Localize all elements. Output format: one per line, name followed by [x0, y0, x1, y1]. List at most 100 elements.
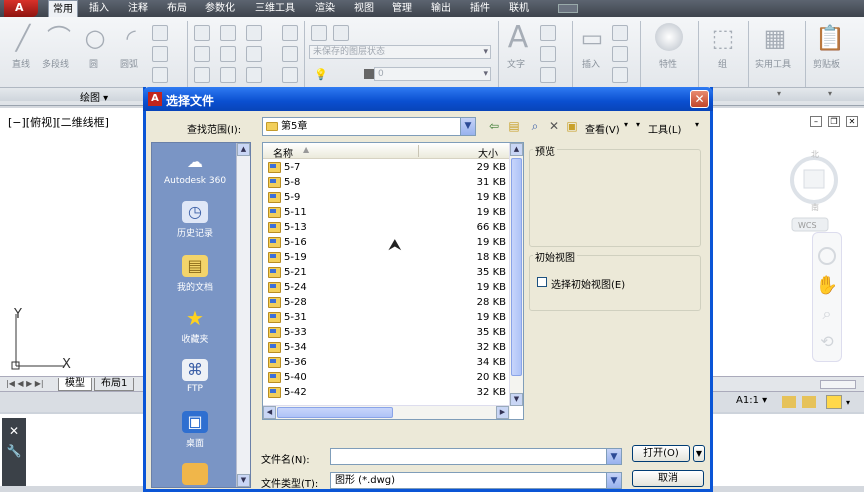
- ribbon-minimize-icon[interactable]: [558, 4, 578, 13]
- table-row[interactable]: 5-13 66 KB: [263, 220, 510, 235]
- table-row[interactable]: 5-7 29 KB: [263, 160, 510, 175]
- tools-menu[interactable]: 工具(L): [648, 121, 681, 136]
- new-folder-icon[interactable]: ▣: [564, 118, 580, 134]
- up-folder-icon[interactable]: ▤: [506, 118, 522, 134]
- viewport-restore-icon[interactable]: ❐: [828, 116, 840, 127]
- file-list[interactable]: 名称 ▲ 大小 5-7 29 KB 5-8 31 KB 5-9 19 KB 5-11 1…: [262, 142, 524, 420]
- tab-annotate[interactable]: 注释: [124, 0, 152, 17]
- steering-wheel-icon[interactable]: [818, 247, 836, 265]
- tab-model[interactable]: 模型: [58, 378, 92, 391]
- place-autodesk-360[interactable]: ☁ Autodesk 360: [152, 151, 238, 186]
- fillet-icon[interactable]: [246, 46, 262, 62]
- table-row[interactable]: 5-19 18 KB: [263, 250, 510, 265]
- table-row[interactable]: 5-42 32 KB: [263, 385, 510, 400]
- scrollbar-thumb[interactable]: [511, 158, 522, 376]
- pan-icon[interactable]: ✋: [813, 275, 841, 296]
- workspace-switch-icon[interactable]: [826, 395, 842, 409]
- layout-nav-first-icon[interactable]: |◀ ◀ ▶ ▶|: [6, 379, 44, 388]
- tab-view[interactable]: 视图: [350, 0, 378, 17]
- array-icon[interactable]: [246, 67, 262, 83]
- table-row[interactable]: 5-40 20 KB: [263, 370, 510, 385]
- scale-icon[interactable]: [220, 67, 236, 83]
- polyline-tool-icon[interactable]: ⌒: [44, 23, 74, 53]
- tab-parametric[interactable]: 参数化: [201, 0, 239, 17]
- offset-icon[interactable]: [282, 67, 298, 83]
- tab-online[interactable]: 联机: [505, 0, 533, 17]
- tab-insert[interactable]: 插入: [85, 0, 113, 17]
- move-icon[interactable]: [194, 25, 210, 41]
- navigation-bar[interactable]: ✋ ⌕ ⟲: [812, 232, 842, 362]
- auto-scale-icon[interactable]: [802, 396, 816, 408]
- scroll-down-icon[interactable]: ▼: [510, 393, 523, 406]
- table-row[interactable]: 5-28 28 KB: [263, 295, 510, 310]
- place-folder-more[interactable]: [152, 463, 238, 488]
- filename-field[interactable]: ▼: [330, 448, 622, 465]
- places-scrollbar[interactable]: ▲ ▼: [236, 143, 250, 487]
- utilities-icon[interactable]: ▦: [760, 23, 790, 53]
- bulb-icon[interactable]: 💡: [314, 68, 328, 81]
- cancel-button[interactable]: 取消: [632, 470, 704, 487]
- rotate-icon[interactable]: [220, 25, 236, 41]
- table-row[interactable]: 5-21 35 KB: [263, 265, 510, 280]
- table-row[interactable]: 5-24 19 KB: [263, 280, 510, 295]
- table-row[interactable]: 5-33 35 KB: [263, 325, 510, 340]
- command-line-handle[interactable]: ✕ 🔧: [2, 418, 26, 486]
- filetype-combo[interactable]: 图形 (*.dwg) ▼: [330, 472, 622, 489]
- place-favorites[interactable]: ★ 收藏夹: [152, 307, 238, 345]
- annotation-visibility-icon[interactable]: [782, 396, 796, 408]
- delete-icon[interactable]: ✕: [546, 118, 562, 134]
- select-initial-view-label[interactable]: 选择初始视图(E): [551, 276, 625, 291]
- close-button[interactable]: ✕: [690, 90, 709, 108]
- table-row[interactable]: 5-31 19 KB: [263, 310, 510, 325]
- place-my-documents[interactable]: ▤ 我的文档: [152, 255, 238, 293]
- annotation-scale[interactable]: A1:1 ▾: [736, 395, 767, 406]
- viewport-minimize-icon[interactable]: –: [810, 116, 822, 127]
- draw-panel-title[interactable]: 绘图 ▾: [80, 89, 108, 104]
- search-web-icon[interactable]: ⌕: [527, 118, 543, 134]
- erase-icon[interactable]: [282, 25, 298, 41]
- back-icon[interactable]: ⇦: [486, 118, 502, 134]
- scroll-up-icon[interactable]: ▲: [237, 143, 250, 156]
- scroll-down-icon[interactable]: ▼: [237, 474, 250, 487]
- tab-plugins[interactable]: 插件: [466, 0, 494, 17]
- mirror-icon[interactable]: [220, 46, 236, 62]
- utilities-panel-expand-icon[interactable]: ▾: [777, 89, 781, 98]
- line-tool-icon[interactable]: ╱: [8, 23, 38, 53]
- explode-icon[interactable]: [282, 46, 298, 62]
- table-row[interactable]: 5-9 19 KB: [263, 190, 510, 205]
- table-row[interactable]: 5-36 34 KB: [263, 355, 510, 370]
- place-history[interactable]: ◷ 历史记录: [152, 201, 238, 239]
- table-icon[interactable]: [540, 67, 556, 83]
- wrench-icon[interactable]: 🔧: [2, 444, 26, 458]
- ellipse-icon[interactable]: [152, 46, 168, 62]
- leader-icon[interactable]: [540, 46, 556, 62]
- orbit-icon[interactable]: ⟲: [813, 332, 841, 351]
- circle-tool-icon[interactable]: ○: [80, 23, 110, 53]
- trim-icon[interactable]: [246, 25, 262, 41]
- view-menu[interactable]: 查看(V): [585, 121, 620, 136]
- view-menu-chevron-down-icon[interactable]: ▾: [624, 120, 628, 129]
- clipboard-panel-expand-icon[interactable]: ▾: [828, 89, 832, 98]
- horizontal-scrollbar[interactable]: [820, 380, 856, 389]
- tab-output[interactable]: 输出: [427, 0, 455, 17]
- tab-layout1[interactable]: 布局1: [94, 378, 135, 391]
- tab-home[interactable]: 常用: [48, 0, 78, 17]
- table-row[interactable]: 5-8 31 KB: [263, 175, 510, 190]
- layer-state-combo[interactable]: 未保存的图层状态: [309, 45, 491, 59]
- chevron-down-icon[interactable]: ▼: [460, 118, 475, 135]
- status-menu-icon[interactable]: ▾: [846, 398, 850, 407]
- open-options-chevron-down-icon[interactable]: ▼: [693, 445, 705, 462]
- text-tool-icon[interactable]: A: [503, 23, 533, 53]
- table-row[interactable]: 5-34 32 KB: [263, 340, 510, 355]
- current-layer-combo[interactable]: 0: [374, 67, 491, 81]
- tab-layout[interactable]: 布局: [163, 0, 191, 17]
- hatch-icon[interactable]: [152, 67, 168, 83]
- rectangle-icon[interactable]: [152, 25, 168, 41]
- column-name-header[interactable]: 名称: [273, 145, 293, 160]
- tab-render[interactable]: 渲染: [311, 0, 339, 17]
- file-list-horizontal-scrollbar[interactable]: ◀ ▶: [263, 405, 510, 419]
- viewport-close-icon[interactable]: ✕: [846, 116, 858, 127]
- copy-icon[interactable]: [194, 46, 210, 62]
- chevron-down-icon[interactable]: ▼: [606, 449, 621, 464]
- arc-tool-icon[interactable]: ◜: [116, 23, 146, 53]
